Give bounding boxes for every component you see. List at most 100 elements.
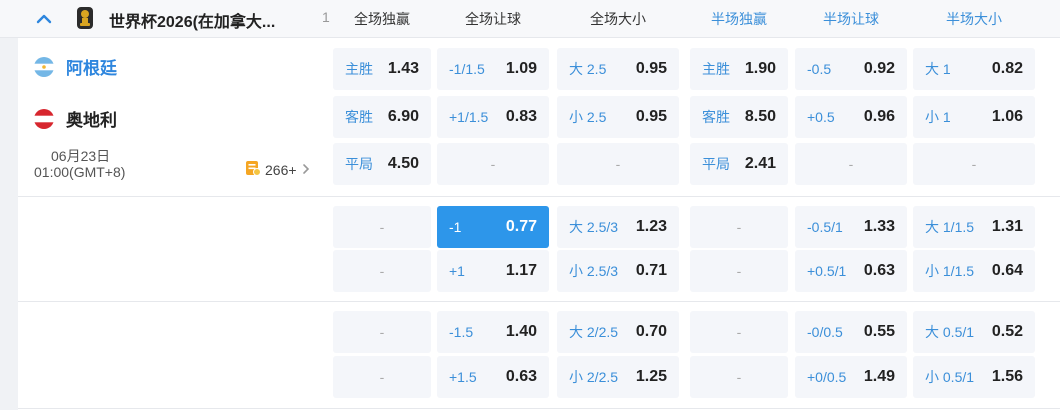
odds-cell[interactable]: 小 1/1.5 0.64 xyxy=(913,250,1035,292)
odds-value: 1.40 xyxy=(505,323,537,340)
odds-value: 1.90 xyxy=(744,60,776,77)
odds-cell[interactable]: +1 1.17 xyxy=(437,250,549,292)
odds-line-label: 平局 xyxy=(702,156,730,172)
odds-line-label: 客胜 xyxy=(702,109,730,125)
odds-line-label: 客胜 xyxy=(345,109,373,125)
odds-cell[interactable]: +0.5/1 0.63 xyxy=(795,250,907,292)
odds-cell[interactable]: 平局 4.50 xyxy=(333,143,431,185)
odds-value: 0.70 xyxy=(635,323,667,340)
odds-line-label: 小 0.5/1 xyxy=(925,369,975,385)
odds-cell[interactable]: 大 1/1.5 1.31 xyxy=(913,206,1035,248)
odds-line-label: 小 2.5/3 xyxy=(569,263,619,279)
league-title[interactable]: 世界杯2026(在加拿大... xyxy=(109,8,275,32)
empty-dash: - xyxy=(379,219,385,235)
odds-cell-empty: - xyxy=(437,143,549,185)
column-header-2: 全场让球 xyxy=(465,11,521,27)
odds-line-label: 大 2/2.5 xyxy=(569,324,619,340)
odds-cell[interactable]: 大 2/2.5 0.70 xyxy=(557,311,679,353)
odds-line-label: 小 2/2.5 xyxy=(569,369,619,385)
odds-value: 0.77 xyxy=(505,218,537,235)
odds-cell[interactable]: 主胜 1.43 xyxy=(333,48,431,90)
empty-dash: - xyxy=(379,263,385,279)
odds-line-label: 小 1 xyxy=(925,109,951,125)
odds-value: 0.63 xyxy=(863,262,895,279)
odds-cell[interactable]: +1/1.5 0.83 xyxy=(437,96,549,138)
odds-line-label: -1 xyxy=(449,219,462,235)
odds-cell[interactable]: -0/0.5 0.55 xyxy=(795,311,907,353)
odds-line-label: 主胜 xyxy=(702,61,730,77)
odds-value: 1.17 xyxy=(505,262,537,279)
home-team-name: 阿根廷 xyxy=(66,59,117,78)
odds-value: 1.56 xyxy=(991,368,1023,385)
odds-value: 2.41 xyxy=(744,155,776,172)
odds-value: 0.82 xyxy=(991,60,1023,77)
odds-value: 1.09 xyxy=(505,60,537,77)
empty-dash: - xyxy=(736,263,742,279)
odds-cell[interactable]: 大 1 0.82 xyxy=(913,48,1035,90)
world-cup-trophy-icon xyxy=(75,7,95,29)
odds-value: 0.95 xyxy=(635,108,667,125)
odds-cell-empty: - xyxy=(333,356,431,398)
odds-value: 1.43 xyxy=(387,60,419,77)
odds-cell[interactable]: 小 1 1.06 xyxy=(913,96,1035,138)
odds-line-label: +1 xyxy=(449,263,465,279)
odds-cell[interactable]: 小 2.5/3 0.71 xyxy=(557,250,679,292)
odds-cell[interactable]: 平局 2.41 xyxy=(690,143,788,185)
odds-cell[interactable]: +1.5 0.63 xyxy=(437,356,549,398)
odds-value: 0.95 xyxy=(635,60,667,77)
odds-cell[interactable]: 客胜 6.90 xyxy=(333,96,431,138)
left-margin xyxy=(0,0,18,410)
column-header-3: 全场大小 xyxy=(590,11,646,27)
odds-value: 0.55 xyxy=(863,323,895,340)
odds-line-label: -0/0.5 xyxy=(807,324,843,340)
odds-value: 0.52 xyxy=(991,323,1023,340)
odds-value: 8.50 xyxy=(744,108,776,125)
odds-cell[interactable]: +0/0.5 1.49 xyxy=(795,356,907,398)
odds-cell[interactable]: -0.5/1 1.33 xyxy=(795,206,907,248)
odds-cell[interactable]: 客胜 8.50 xyxy=(690,96,788,138)
column-header-5: 半场让球 xyxy=(823,11,879,27)
odds-cell[interactable]: 大 0.5/1 0.52 xyxy=(913,311,1035,353)
odds-line-label: -0.5/1 xyxy=(807,219,843,235)
column-header-4: 半场独赢 xyxy=(711,11,767,27)
odds-cell-empty: - xyxy=(690,356,788,398)
match-date: 06月23日 xyxy=(51,148,111,164)
odds-cell-empty: - xyxy=(913,143,1035,185)
collapse-chevron-icon[interactable] xyxy=(34,9,54,29)
odds-line-label: -1.5 xyxy=(449,324,474,340)
odds-value: 0.92 xyxy=(863,60,895,77)
odds-cell[interactable]: -1.5 1.40 xyxy=(437,311,549,353)
odds-cell-empty: - xyxy=(333,311,431,353)
empty-dash: - xyxy=(736,324,742,340)
argentina-flag-icon xyxy=(34,56,54,77)
row-divider xyxy=(18,408,1060,409)
odds-cell[interactable]: 小 0.5/1 1.56 xyxy=(913,356,1035,398)
odds-cell[interactable]: 主胜 1.90 xyxy=(690,48,788,90)
odds-value: 0.64 xyxy=(991,262,1023,279)
odds-value: 6.90 xyxy=(387,108,419,125)
odds-cell-empty: - xyxy=(333,250,431,292)
odds-cell-selected[interactable]: -1 0.77 xyxy=(437,206,549,248)
empty-dash: - xyxy=(490,156,496,172)
odds-cell[interactable]: 小 2.5 0.95 xyxy=(557,96,679,138)
home-team: 阿根廷 xyxy=(34,54,117,79)
odds-cell[interactable]: 大 2.5 0.95 xyxy=(557,48,679,90)
odds-line-label: +0.5/1 xyxy=(807,263,847,279)
odds-value: 1.23 xyxy=(635,218,667,235)
odds-value: 1.33 xyxy=(863,218,895,235)
more-markets-count: 266+ xyxy=(265,161,297,178)
odds-cell[interactable]: -0.5 0.92 xyxy=(795,48,907,90)
odds-cell[interactable]: -1/1.5 1.09 xyxy=(437,48,549,90)
away-team: 奥地利 xyxy=(34,106,117,131)
odds-value: 4.50 xyxy=(387,155,419,172)
odds-line-label: 大 1/1.5 xyxy=(925,219,975,235)
odds-cell[interactable]: 大 2.5/3 1.23 xyxy=(557,206,679,248)
odds-line-label: +1/1.5 xyxy=(449,109,489,125)
odds-cell-empty: - xyxy=(557,143,679,185)
odds-value: 0.71 xyxy=(635,262,667,279)
odds-cell[interactable]: +0.5 0.96 xyxy=(795,96,907,138)
empty-dash: - xyxy=(379,324,385,340)
odds-cell[interactable]: 小 2/2.5 1.25 xyxy=(557,356,679,398)
more-markets-link[interactable]: 266+ xyxy=(245,160,311,179)
odds-line-label: 小 1/1.5 xyxy=(925,263,975,279)
